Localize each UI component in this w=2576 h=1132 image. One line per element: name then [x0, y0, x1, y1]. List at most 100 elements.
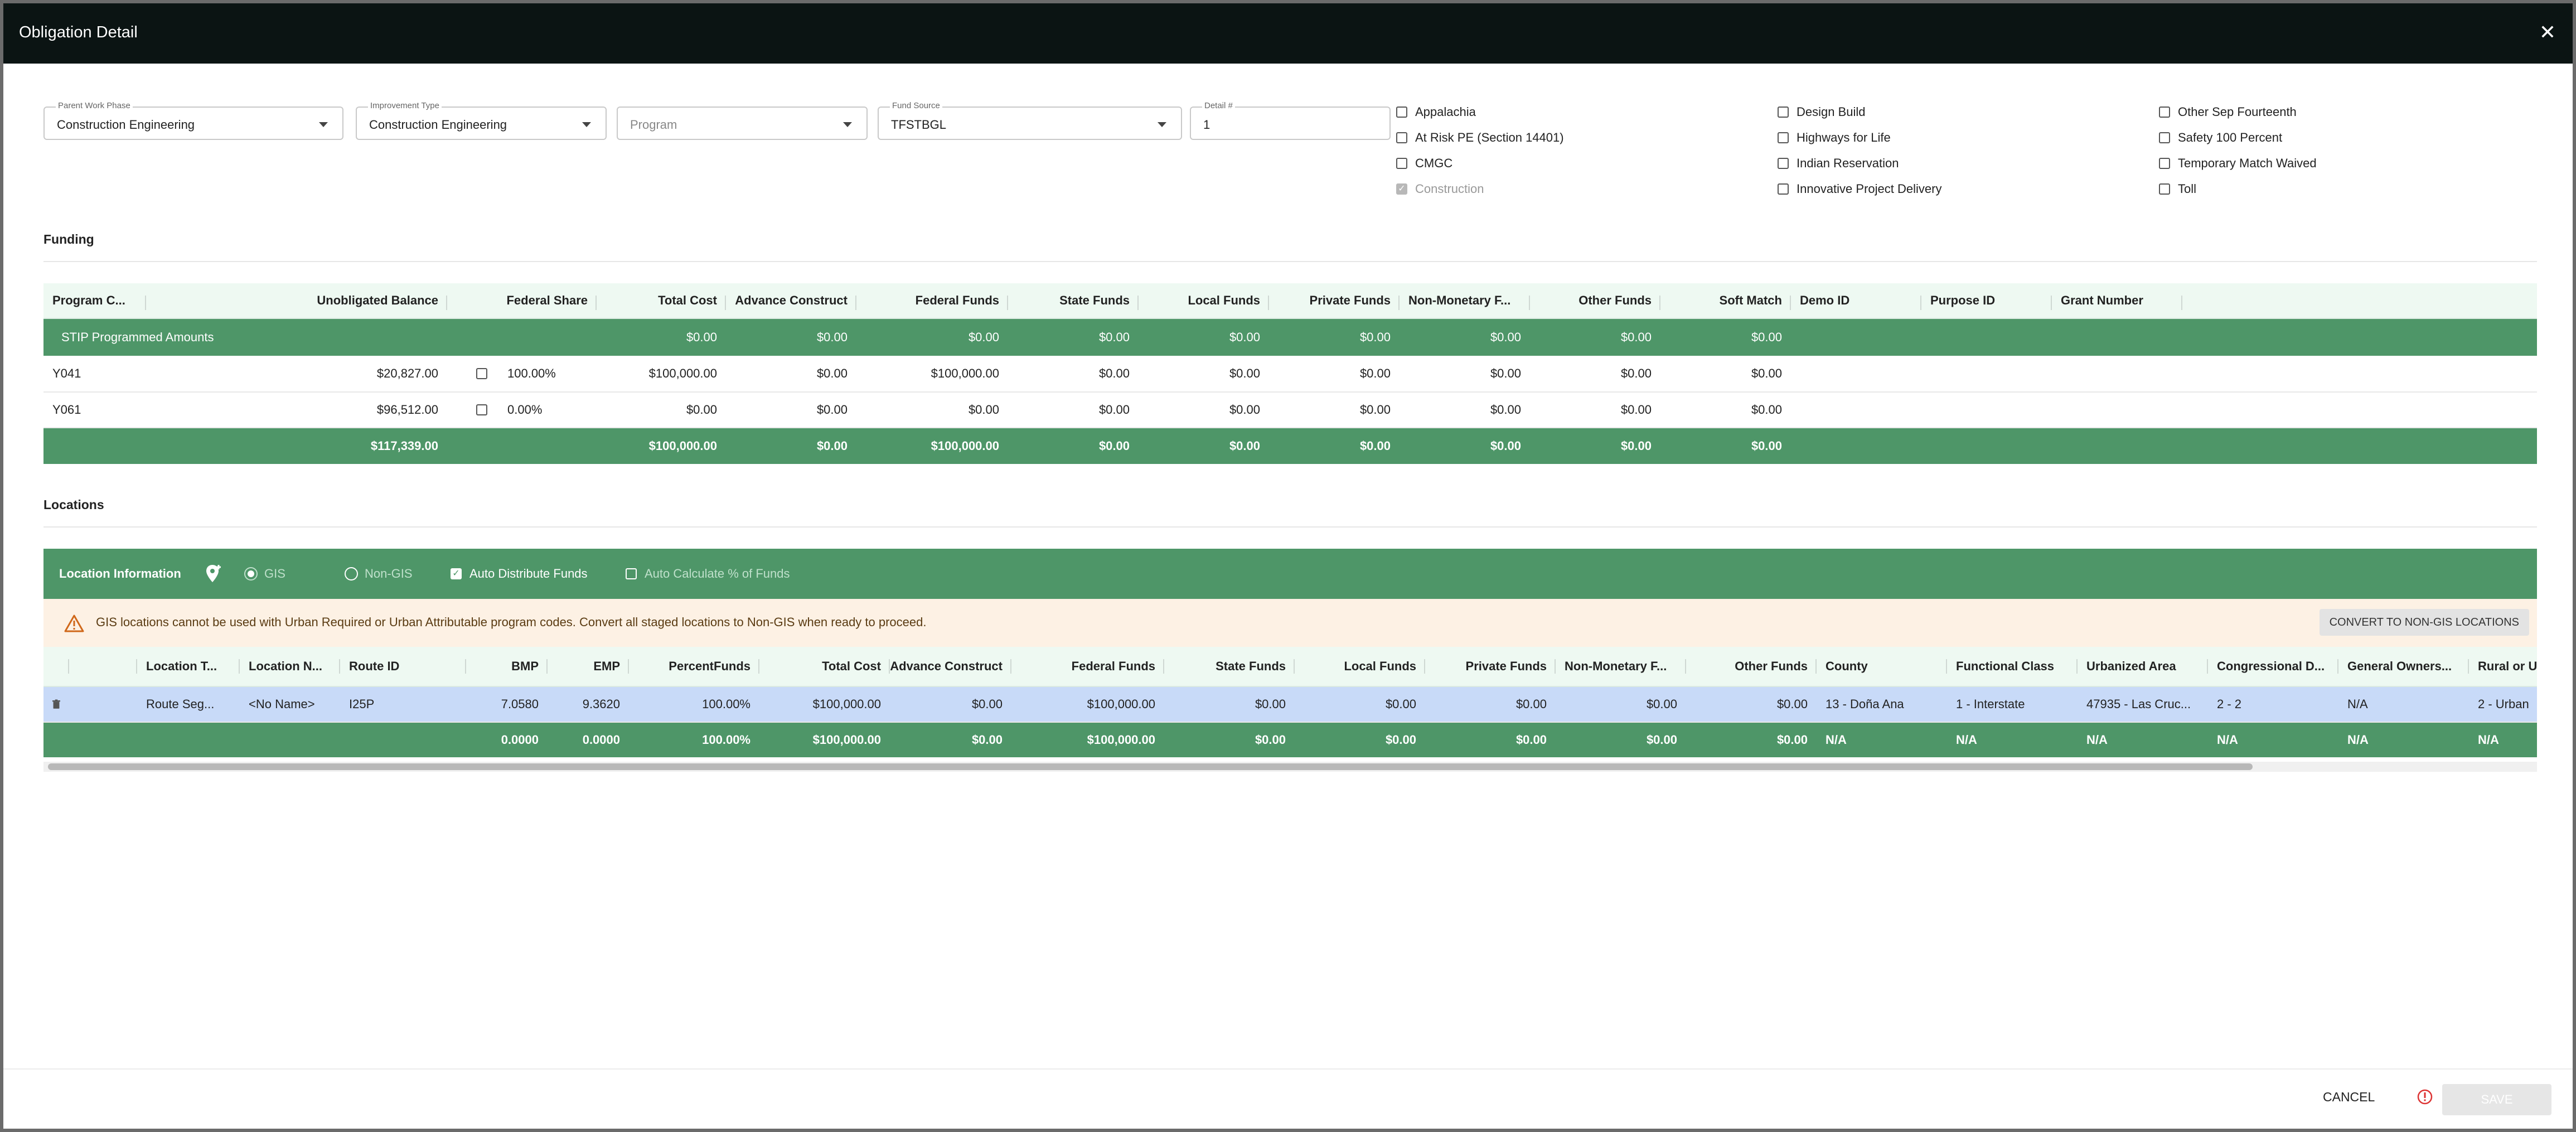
total-cost: $100,000.00	[648, 366, 717, 380]
convert-to-non-gis-button[interactable]: CONVERT TO NON-GIS LOCATIONS	[2319, 609, 2529, 636]
col-advance-construction[interactable]: Advance Construct	[890, 647, 1011, 686]
radio-unselected[interactable]	[345, 567, 358, 580]
general-ownership: N/A	[2347, 697, 2368, 711]
col-location-type[interactable]: Location T...	[137, 647, 240, 686]
col-percent-funds[interactable]: Percent Funds	[629, 647, 759, 686]
chevron-down-icon	[319, 122, 328, 127]
at-risk-pe-checkbox[interactable]: At Risk PE (Section 14401)	[1396, 129, 1564, 146]
col-federal-funds[interactable]: Federal Funds	[856, 283, 1008, 318]
col-federal-funds[interactable]: Federal Funds	[1011, 647, 1164, 686]
checkbox-box[interactable]	[1396, 158, 1407, 169]
checkbox-box[interactable]	[626, 568, 637, 579]
col-functional-class[interactable]: Functional Class	[1947, 647, 2078, 686]
horizontal-scrollbar[interactable]	[43, 762, 2537, 772]
federal-share[interactable]: 100.00%	[498, 356, 597, 391]
save-button[interactable]: SAVE	[2442, 1084, 2551, 1115]
cancel-button[interactable]: CANCEL	[2323, 1090, 2375, 1105]
check-icon[interactable]: ✓	[451, 568, 462, 579]
gis-radio[interactable]: GIS	[244, 549, 285, 599]
col-non-monetary[interactable]: Non-Monetary F...	[1556, 647, 1686, 686]
col-program-code[interactable]: Program C...	[43, 283, 146, 318]
checkbox-label: Appalachia	[1415, 105, 1476, 119]
col-grant-number[interactable]: Grant Number	[2052, 283, 2182, 318]
auto-calculate-checkbox[interactable]: Auto Calculate % of Funds	[626, 549, 790, 599]
non-gis-radio[interactable]: Non-GIS	[345, 549, 413, 599]
checkbox-label: Indian Reservation	[1797, 156, 1899, 170]
funding-row-y041[interactable]: Y041 $20,827.00 100.00% $100,000.00 $0.0…	[43, 356, 2537, 393]
local-funds: $0.00	[1229, 403, 1260, 417]
funding-row-y061[interactable]: Y061 $96,512.00 0.00% $0.00 $0.00 $0.00 …	[43, 393, 2537, 428]
checkbox-box[interactable]	[2159, 132, 2170, 143]
col-private-funds[interactable]: Private Funds	[1269, 283, 1400, 318]
radio-selected[interactable]	[244, 567, 258, 580]
col-federal-share[interactable]: Federal Share	[447, 283, 597, 318]
checkbox-box[interactable]	[2159, 158, 2170, 169]
checkbox-box[interactable]	[1778, 183, 1789, 195]
highways-for-life-checkbox[interactable]: Highways for Life	[1778, 129, 1891, 146]
col-local-funds[interactable]: Local Funds	[1295, 647, 1425, 686]
col-state-funds[interactable]: State Funds	[1164, 647, 1295, 686]
col-emp[interactable]: EMP	[548, 647, 629, 686]
improvement-type-select[interactable]: Improvement Type Construction Engineerin…	[356, 101, 607, 140]
federal-share-checkbox[interactable]	[467, 356, 501, 391]
design-build-checkbox[interactable]: Design Build	[1778, 104, 1866, 120]
cmgc-checkbox[interactable]: CMGC	[1396, 155, 1452, 172]
col-location-name[interactable]: Location N...	[240, 647, 340, 686]
appalachia-checkbox[interactable]: Appalachia	[1396, 104, 1476, 120]
checkbox-box[interactable]	[1778, 158, 1789, 169]
delete-icon[interactable]	[43, 687, 69, 722]
locations-totals-row: 0.0000 0.0000 100.00% $100,000.00 $0.00 …	[43, 723, 2537, 757]
col-purpose-id[interactable]: Purpose ID	[1921, 283, 2052, 318]
col-other-funds[interactable]: Other Funds	[1530, 283, 1660, 318]
checkbox-box[interactable]	[1396, 132, 1407, 143]
col-state-funds[interactable]: State Funds	[1008, 283, 1139, 318]
federal-share-checkbox[interactable]	[467, 393, 501, 427]
total-local-funds: $0.00	[1385, 733, 1416, 747]
col-urbanized-area[interactable]: Urbanized Area	[2078, 647, 2208, 686]
auto-distribute-funds-checkbox[interactable]: ✓ Auto Distribute Funds	[451, 549, 588, 599]
state-funds: $0.00	[1098, 366, 1130, 380]
col-congressional-district[interactable]: Congressional D...	[2208, 647, 2338, 686]
col-total-cost[interactable]: Total Cost	[597, 283, 726, 318]
checkbox-box[interactable]	[476, 368, 487, 379]
col-demo-id[interactable]: Demo ID	[1791, 283, 1921, 318]
indian-reservation-checkbox[interactable]: Indian Reservation	[1778, 155, 1899, 172]
col-local-funds[interactable]: Local Funds	[1139, 283, 1269, 318]
checkbox-box[interactable]	[1778, 132, 1789, 143]
col-bmp[interactable]: BMP	[466, 647, 548, 686]
federal-share[interactable]: 0.00%	[498, 393, 597, 427]
toll-checkbox[interactable]: Toll	[2159, 181, 2196, 197]
col-general-ownership[interactable]: General Owners...	[2338, 647, 2469, 686]
checkbox-box[interactable]	[1778, 107, 1789, 118]
parent-work-phase-select[interactable]: Parent Work Phase Construction Engineeri…	[43, 101, 343, 140]
detail-number-field[interactable]: Detail # 1	[1190, 101, 1391, 140]
col-advance-construction[interactable]: Advance Construct	[726, 283, 856, 318]
other-funds: $0.00	[1620, 403, 1652, 417]
col-rural-urban[interactable]: Rural or Urb	[2469, 647, 2537, 686]
col-total-cost[interactable]: Total Cost	[759, 647, 890, 686]
col-soft-match[interactable]: Soft Match	[1660, 283, 1791, 318]
col-unobligated-balance[interactable]: Unobligated Balance	[146, 283, 447, 318]
col-county[interactable]: County	[1817, 647, 1947, 686]
other-sep-fourteenth-checkbox[interactable]: Other Sep Fourteenth	[2159, 104, 2297, 120]
percent-funds: 100.00%	[702, 697, 750, 711]
checkbox-box[interactable]	[1396, 107, 1407, 118]
col-non-monetary[interactable]: Non-Monetary F...	[1400, 283, 1530, 318]
col-private-funds[interactable]: Private Funds	[1425, 647, 1556, 686]
innovative-project-delivery-checkbox[interactable]: Innovative Project Delivery	[1778, 181, 1941, 197]
chevron-down-icon	[843, 122, 852, 127]
location-row[interactable]: Route Seg... <No Name> I25P 7.0580 9.362…	[43, 687, 2537, 723]
checkbox-box[interactable]	[2159, 183, 2170, 195]
close-icon[interactable]: ✕	[2539, 21, 2556, 43]
safety-100-percent-checkbox[interactable]: Safety 100 Percent	[2159, 129, 2282, 146]
scrollbar-thumb[interactable]	[48, 763, 2253, 770]
fund-source-select[interactable]: Fund Source TFSTBGL	[878, 101, 1182, 140]
checkbox-box[interactable]	[2159, 107, 2170, 118]
program-select[interactable]: Program	[617, 107, 868, 140]
checkbox-box[interactable]	[476, 404, 487, 415]
add-location-icon[interactable]	[205, 549, 222, 599]
col-route-id[interactable]: Route ID	[340, 647, 466, 686]
temporary-match-waived-checkbox[interactable]: Temporary Match Waived	[2159, 155, 2317, 172]
col-other-funds[interactable]: Other Funds	[1686, 647, 1817, 686]
total-other-funds: $0.00	[1620, 439, 1652, 453]
